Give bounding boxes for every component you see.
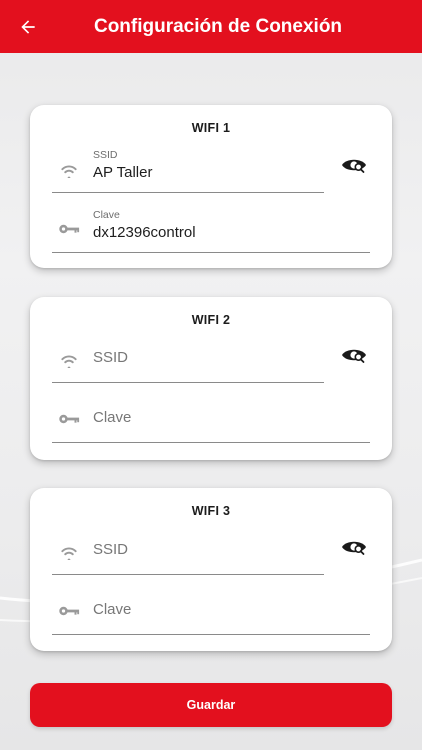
toggle-visibility-button[interactable] (339, 153, 369, 177)
eye-icon (342, 349, 366, 363)
wifi-card-title: WIFI 1 (191, 121, 231, 135)
password-placeholder: Clave (93, 409, 132, 426)
password-field[interactable]: Clave dx12396control (52, 205, 370, 253)
password-value: dx12396control (93, 224, 196, 241)
wifi-card-title: WIFI 3 (191, 504, 231, 518)
key-icon (57, 601, 81, 621)
wifi-card-title: WIFI 2 (191, 313, 231, 327)
password-underline (52, 442, 370, 443)
ssid-underline (52, 382, 324, 383)
ssid-placeholder: SSID (93, 541, 129, 558)
wifi-card-3: WIFI 3 SSID Clave (30, 488, 392, 651)
password-underline (52, 252, 370, 253)
ssid-underline (52, 192, 324, 193)
wifi-icon (57, 541, 81, 561)
wifi-card-2: WIFI 2 SSID Clave (30, 297, 392, 460)
wifi-icon (57, 159, 81, 179)
app-bar: Configuración de Conexión (0, 0, 422, 53)
ssid-field[interactable]: SSID (52, 527, 324, 575)
save-button[interactable]: Guardar (30, 683, 392, 727)
toggle-visibility-button[interactable] (339, 343, 369, 367)
toggle-visibility-button[interactable] (339, 535, 369, 559)
ssid-label: SSID (93, 149, 118, 161)
key-icon (57, 219, 81, 239)
ssid-underline (52, 574, 324, 575)
ssid-value: AP Taller (93, 164, 153, 181)
key-icon (57, 409, 81, 429)
eye-icon (342, 541, 366, 555)
wifi-card-1: WIFI 1 SSID AP Taller Clave dx12396contr… (30, 105, 392, 268)
ssid-field[interactable]: SSID (52, 335, 324, 383)
eye-icon (342, 159, 366, 173)
password-field[interactable]: Clave (52, 395, 370, 443)
ssid-field[interactable]: SSID AP Taller (52, 145, 324, 193)
password-underline (52, 634, 370, 635)
wifi-icon (57, 349, 81, 369)
page-title: Configuración de Conexión (93, 16, 343, 37)
password-label: Clave (93, 209, 120, 221)
password-placeholder: Clave (93, 601, 132, 618)
password-field[interactable]: Clave (52, 587, 370, 635)
ssid-placeholder: SSID (93, 349, 129, 366)
